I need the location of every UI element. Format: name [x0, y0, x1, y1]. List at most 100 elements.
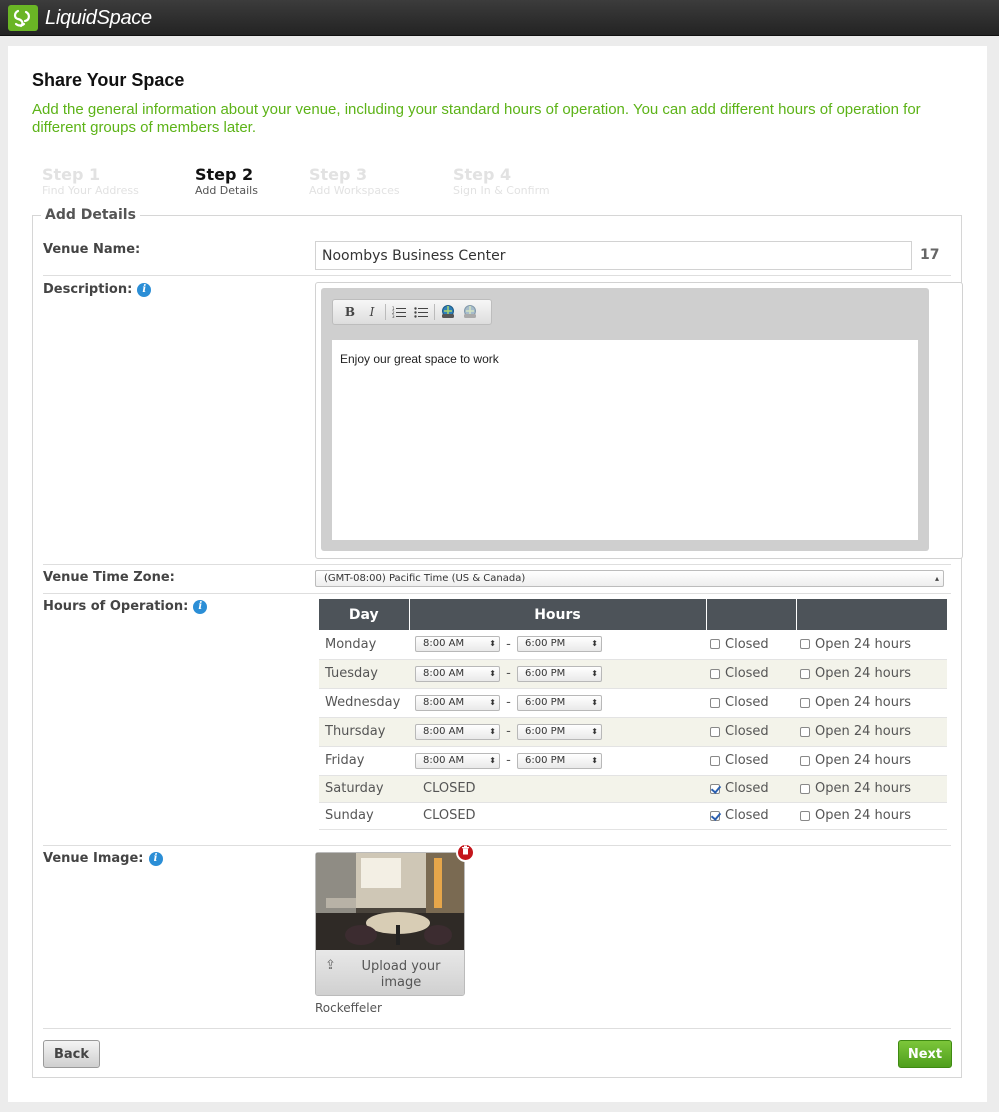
open-time-select[interactable]: 8:00 AM ⬍	[415, 752, 500, 769]
closed-cell: Closed	[706, 775, 796, 803]
hours-cell: 8:00 AM ⬍ -6:00 PM ⬍	[409, 630, 706, 660]
day-name: Sunday	[319, 802, 409, 830]
select-arrows-icon: ⬍	[591, 697, 598, 707]
fieldset-legend: Add Details	[41, 206, 140, 224]
next-button[interactable]: Next	[898, 1040, 952, 1068]
closed-label: Closed	[725, 695, 769, 710]
open-time-select[interactable]: 8:00 AM ⬍	[415, 636, 500, 653]
editor-frame: B I 123 Enjoy our great space to work	[321, 288, 929, 551]
open24-checkbox[interactable]	[800, 783, 810, 794]
closed-checkbox[interactable]	[710, 639, 720, 650]
venue-name-label: Venue Name:	[43, 242, 140, 258]
step-4[interactable]: Step 4 Sign In & Confirm	[453, 165, 550, 197]
insert-link-icon[interactable]	[437, 302, 459, 322]
open24-label: Open 24 hours	[815, 695, 912, 710]
venue-name-label-text: Venue Name:	[43, 242, 141, 257]
closed-label: Closed	[725, 724, 769, 739]
time-zone-select[interactable]: (GMT-08:00) Pacific Time (US & Canada) ▴	[315, 570, 944, 587]
closed-label: Closed	[725, 666, 769, 681]
closed-checkbox[interactable]	[710, 810, 720, 821]
info-icon[interactable]: i	[193, 600, 208, 614]
hours-cell: 8:00 AM ⬍ -6:00 PM ⬍	[409, 746, 706, 776]
close-time-select[interactable]: 6:00 PM ⬍	[517, 665, 602, 682]
open24-cell: Open 24 hours	[796, 746, 947, 776]
step-2[interactable]: Step 2 Add Details	[195, 165, 258, 197]
divider	[43, 845, 951, 846]
close-time-value: 6:00 PM	[525, 725, 566, 737]
back-button[interactable]: Back	[43, 1040, 100, 1068]
time-zone-label: Venue Time Zone:	[43, 570, 175, 586]
liquidspace-logo[interactable]: LiquidSpace	[8, 5, 152, 31]
divider	[43, 593, 951, 594]
time-zone-label-text: Venue Time Zone:	[43, 570, 175, 585]
closed-checkbox[interactable]	[710, 697, 720, 708]
open24-checkbox[interactable]	[800, 810, 810, 821]
upload-image-button[interactable]: ⇪ Upload your image	[316, 950, 464, 995]
open-time-select[interactable]: 8:00 AM ⬍	[415, 694, 500, 711]
closed-cell: Closed	[706, 746, 796, 776]
upload-icon: ⇪	[325, 958, 336, 973]
closed-cell: Closed	[706, 630, 796, 660]
table-row: Sunday CLOSED Closed Open 24 hours	[319, 802, 947, 830]
close-time-select[interactable]: 6:00 PM ⬍	[517, 694, 602, 711]
char-count: 17	[920, 247, 940, 263]
close-time-select[interactable]: 6:00 PM ⬍	[517, 723, 602, 740]
closed-checkbox[interactable]	[710, 726, 720, 737]
open24-checkbox[interactable]	[800, 668, 810, 679]
closed-cell: Closed	[706, 717, 796, 747]
open24-label: Open 24 hours	[815, 781, 912, 796]
open24-checkbox[interactable]	[800, 726, 810, 737]
day-name: Saturday	[319, 775, 409, 803]
open-time-value: 8:00 AM	[423, 754, 465, 766]
trash-icon[interactable]	[456, 843, 475, 862]
step-3[interactable]: Step 3 Add Workspaces	[309, 165, 400, 197]
select-arrows-icon: ⬍	[591, 755, 598, 765]
closed-checkbox[interactable]	[710, 783, 720, 794]
table-row: Thursday 8:00 AM ⬍ -6:00 PM ⬍ Closed Open 2…	[319, 717, 947, 747]
closed-cell: Closed	[706, 802, 796, 830]
dash: -	[506, 724, 511, 739]
italic-button[interactable]: I	[361, 302, 383, 322]
open-time-select[interactable]: 8:00 AM ⬍	[415, 665, 500, 682]
step-1[interactable]: Step 1 Find Your Address	[42, 165, 139, 197]
open-time-select[interactable]: 8:00 AM ⬍	[415, 723, 500, 740]
open-time-value: 8:00 AM	[423, 725, 465, 737]
select-arrows-icon: ⬍	[591, 639, 598, 649]
closed-status: CLOSED	[423, 781, 476, 796]
description-textarea[interactable]: Enjoy our great space to work	[332, 340, 918, 540]
step-title: Step 1	[42, 165, 101, 184]
select-arrows-icon: ⬍	[489, 755, 496, 765]
closed-status: CLOSED	[423, 808, 476, 823]
editor-toolbar: B I 123	[332, 299, 492, 325]
remove-link-icon[interactable]	[459, 302, 481, 322]
dash: -	[506, 636, 511, 652]
open24-cell: Open 24 hours	[796, 775, 947, 803]
header-hours: Hours	[409, 599, 707, 630]
select-arrows-icon: ⬍	[591, 726, 598, 736]
info-icon[interactable]: i	[148, 852, 163, 866]
description-editor: B I 123 Enjoy our great space to work	[315, 282, 963, 559]
venue-name-input[interactable]	[315, 241, 912, 270]
open24-label: Open 24 hours	[815, 808, 912, 823]
bold-button[interactable]: B	[339, 302, 361, 322]
close-time-select[interactable]: 6:00 PM ⬍	[517, 752, 602, 769]
hours-cell: 8:00 AM ⬍ -6:00 PM ⬍	[409, 688, 706, 718]
numbered-list-icon[interactable]: 123	[388, 302, 410, 322]
closed-checkbox[interactable]	[710, 668, 720, 679]
logo-icon	[8, 5, 38, 31]
close-time-select[interactable]: 6:00 PM ⬍	[517, 636, 602, 653]
day-name: Wednesday	[319, 688, 409, 718]
select-arrows-icon: ⬍	[489, 726, 496, 736]
closed-checkbox[interactable]	[710, 755, 720, 766]
dash: -	[506, 753, 511, 768]
closed-label: Closed	[725, 636, 769, 652]
open24-checkbox[interactable]	[800, 639, 810, 650]
open24-checkbox[interactable]	[800, 755, 810, 766]
page-title: Share Your Space	[32, 70, 185, 90]
step-title: Step 3	[309, 165, 368, 184]
open24-checkbox[interactable]	[800, 697, 810, 708]
select-arrows-icon: ⬍	[489, 697, 496, 707]
bullet-list-icon[interactable]	[410, 302, 432, 322]
info-icon[interactable]: i	[137, 283, 152, 297]
select-arrows-icon: ⬍	[591, 668, 598, 678]
